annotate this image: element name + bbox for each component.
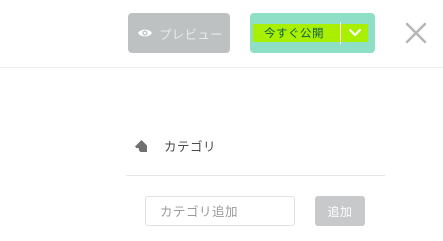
category-title: カテゴリ xyxy=(164,139,217,154)
tag-icon xyxy=(135,139,147,152)
publish-button-group: 今すぐ公開 xyxy=(250,13,375,53)
category-section-header: カテゴリ xyxy=(134,136,216,155)
eye-icon xyxy=(137,29,152,37)
publish-divider xyxy=(340,22,341,44)
section-divider xyxy=(126,175,385,176)
category-add-input[interactable] xyxy=(145,196,295,226)
preview-button[interactable]: プレビュー xyxy=(128,13,230,53)
chevron-down-icon[interactable] xyxy=(347,27,363,39)
editor-top-bar: プレビュー 今すぐ公開 xyxy=(0,0,443,68)
publish-now-button[interactable]: 今すぐ公開 xyxy=(264,25,324,41)
close-icon[interactable] xyxy=(404,21,428,45)
add-category-button[interactable]: 追加 xyxy=(315,196,365,226)
preview-button-label: プレビュー xyxy=(158,26,223,42)
